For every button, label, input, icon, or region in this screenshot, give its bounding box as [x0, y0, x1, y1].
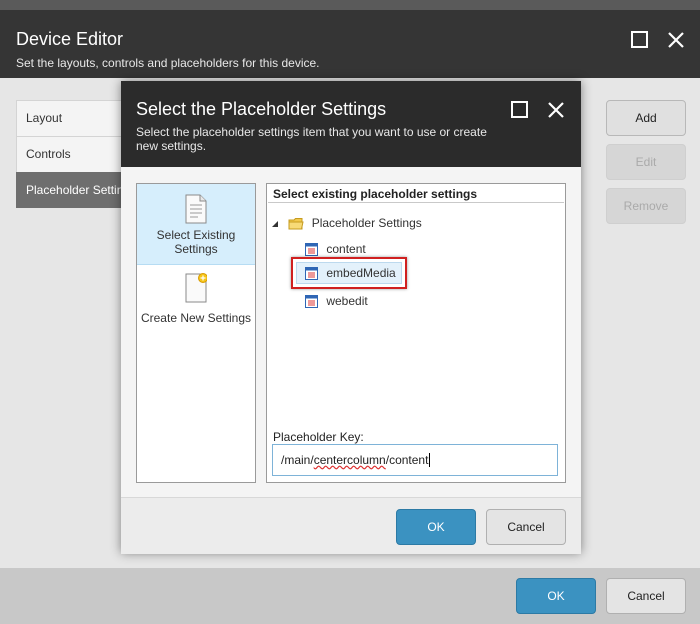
- tree-panel: Select existing placeholder settings Pla…: [266, 183, 566, 483]
- select-placeholder-dialog: Select the Placeholder Settings Select t…: [121, 81, 581, 554]
- placeholder-icon: [305, 243, 318, 257]
- nav-item-placeholder-settings[interactable]: Placeholder Settings: [16, 172, 126, 208]
- close-icon[interactable]: [546, 100, 566, 120]
- select-existing-option[interactable]: Select Existing Settings: [137, 184, 255, 265]
- dialog-subtitle: Select the placeholder settings item tha…: [136, 125, 487, 153]
- key-suffix: /content: [385, 453, 429, 467]
- tree-root-row[interactable]: Placeholder Settings: [271, 213, 422, 233]
- placeholder-key-input[interactable]: /main/centercolumn/content: [272, 444, 558, 476]
- key-spellcheck-word: centercolumn: [313, 453, 386, 467]
- outer-cancel-button[interactable]: Cancel: [606, 578, 686, 614]
- maximize-icon[interactable]: [510, 100, 530, 120]
- placeholder-icon: [305, 295, 318, 309]
- edit-button[interactable]: Edit: [606, 144, 686, 180]
- dialog-ok-button[interactable]: OK: [396, 509, 476, 545]
- tree-item-webedit[interactable]: webedit: [305, 291, 368, 311]
- create-new-option[interactable]: Create New Settings: [137, 265, 255, 345]
- remove-button[interactable]: Remove: [606, 188, 686, 224]
- dialog-header: Select the Placeholder Settings Select t…: [121, 81, 581, 167]
- options-panel: Select Existing Settings Create New Sett…: [136, 183, 256, 483]
- tree-item-label: content: [326, 242, 366, 256]
- placeholder-icon: [305, 267, 318, 281]
- nav-item-controls[interactable]: Controls: [16, 136, 126, 172]
- background-strip: [0, 0, 700, 10]
- tree-divider: [268, 202, 564, 203]
- device-editor-nav: Layout Controls Placeholder Settings: [16, 100, 126, 208]
- dialog-footer: OK Cancel: [121, 497, 581, 554]
- nav-item-layout[interactable]: Layout: [16, 100, 126, 136]
- key-prefix: /main/: [281, 453, 314, 467]
- new-document-icon: [185, 273, 207, 303]
- tree-item-embedmedia[interactable]: embedMedia: [305, 263, 396, 283]
- tree-item-content[interactable]: content: [305, 239, 366, 259]
- device-editor-title: Device Editor: [16, 29, 124, 49]
- add-button[interactable]: Add: [606, 100, 686, 136]
- close-icon[interactable]: [666, 30, 686, 50]
- folder-icon: [288, 217, 304, 230]
- placeholder-key-label: Placeholder Key:: [273, 430, 364, 444]
- document-icon: [185, 194, 207, 224]
- collapse-triangle-icon[interactable]: [271, 220, 279, 228]
- maximize-icon[interactable]: [630, 30, 650, 50]
- tree-item-label: embedMedia: [326, 266, 396, 280]
- dialog-title: Select the Placeholder Settings: [136, 99, 387, 119]
- tree-item-label: webedit: [326, 294, 368, 308]
- dialog-cancel-button[interactable]: Cancel: [486, 509, 566, 545]
- tree-header: Select existing placeholder settings: [273, 187, 478, 201]
- side-actions: Add Edit Remove: [606, 100, 686, 232]
- outer-ok-button[interactable]: OK: [516, 578, 596, 614]
- device-editor-footer: OK Cancel: [0, 568, 700, 624]
- select-existing-label: Select Existing Settings: [156, 228, 236, 256]
- text-cursor: [429, 453, 431, 467]
- device-editor-header: Device Editor Set the layouts, controls …: [0, 10, 700, 78]
- create-new-label: Create New Settings: [140, 311, 252, 325]
- tree-root-label: Placeholder Settings: [311, 216, 422, 230]
- device-editor-subtitle: Set the layouts, controls and placeholde…: [16, 56, 320, 70]
